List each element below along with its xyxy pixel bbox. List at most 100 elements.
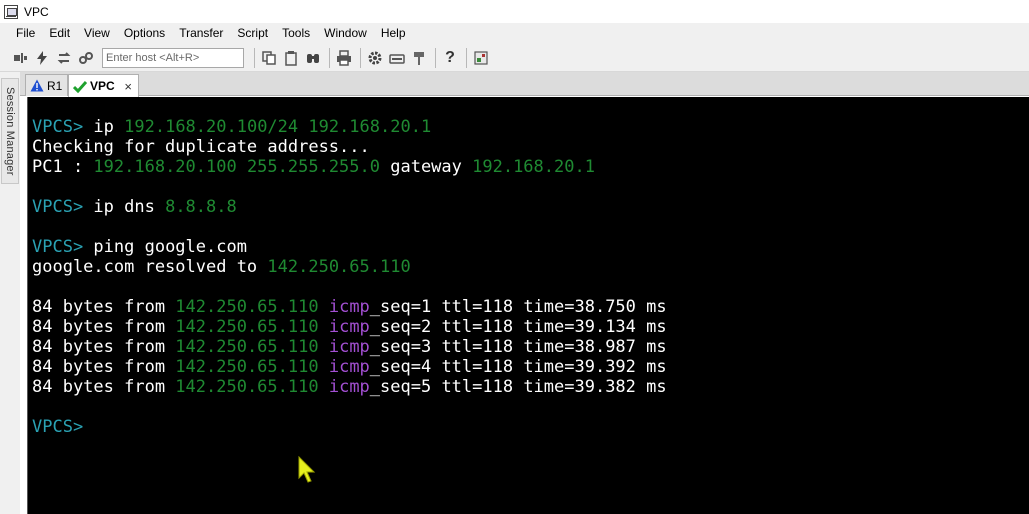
terminal-text: _seq=2 ttl=118 time=39.134 ms: [369, 317, 667, 337]
terminal-text: 142.250.65.110: [175, 377, 319, 397]
terminal-text: 84 bytes from: [32, 297, 176, 317]
toolbar-separator: [329, 47, 330, 68]
connect-icon[interactable]: [10, 48, 30, 68]
terminal-line: 84 bytes from 142.250.65.110 icmp_seq=4 …: [32, 357, 1029, 377]
menu-file[interactable]: File: [9, 23, 42, 44]
paste-icon[interactable]: [281, 48, 301, 68]
terminal-text: ip dns: [93, 197, 166, 217]
terminal-text: 142.250.65.110: [175, 317, 319, 337]
menu-transfer[interactable]: Transfer: [172, 23, 230, 44]
menu-bar: File Edit View Options Transfer Script T…: [0, 23, 1029, 44]
print-icon[interactable]: [334, 48, 354, 68]
terminal-text: icmp: [328, 377, 370, 397]
toolbar-separator: [254, 47, 255, 68]
title-bar: VPC: [0, 0, 1029, 23]
terminal-text: _seq=5 ttl=118 time=39.382 ms: [369, 377, 667, 397]
terminal-text: google.com resolved to: [32, 257, 268, 277]
terminal-text: icmp: [328, 337, 370, 357]
terminal-text: ip: [93, 117, 125, 137]
terminal-text: ping google.com: [93, 237, 247, 257]
toolbar-separator: [466, 47, 467, 68]
tab-strip: R1 VPC ×: [20, 72, 1029, 97]
terminal-line: 84 bytes from 142.250.65.110 icmp_seq=3 …: [32, 337, 1029, 357]
tab-r1[interactable]: R1: [25, 74, 68, 96]
menu-tools[interactable]: Tools: [275, 23, 317, 44]
tab-vpc[interactable]: VPC ×: [68, 74, 139, 97]
terminal-line: 84 bytes from 142.250.65.110 icmp_seq=1 …: [32, 297, 1029, 317]
terminal-text: _seq=3 ttl=118 time=38.987 ms: [369, 337, 667, 357]
toolbar: ?: [0, 44, 1029, 72]
help-icon[interactable]: ?: [440, 48, 460, 68]
terminal-line: VPCS>: [32, 417, 1029, 437]
host-input[interactable]: [102, 47, 244, 68]
toolbar-separator: [435, 47, 436, 68]
terminal-text: VPCS>: [32, 417, 84, 437]
terminal-text: icmp: [328, 357, 370, 377]
terminal-line: VPCS> ping google.com: [32, 237, 1029, 257]
terminal-text: VPCS>: [32, 237, 94, 257]
terminal-text: icmp: [328, 317, 370, 337]
session-manager-panel: Session Manager: [0, 72, 20, 514]
menu-window[interactable]: Window: [317, 23, 374, 44]
tab-label: R1: [47, 78, 63, 93]
menu-edit[interactable]: Edit: [42, 23, 77, 44]
terminal-text: PC1 :: [32, 157, 94, 177]
mouse-cursor-icon: [298, 456, 316, 483]
terminal-text: Checking for duplicate address...: [32, 137, 370, 157]
terminal-line: google.com resolved to 142.250.65.110: [32, 257, 1029, 277]
terminal-line: 84 bytes from 142.250.65.110 icmp_seq=2 …: [32, 317, 1029, 337]
script-icon[interactable]: [471, 48, 491, 68]
terminal-line: VPCS> ip 192.168.20.100/24 192.168.20.1: [32, 117, 1029, 137]
terminal-line: 84 bytes from 142.250.65.110 icmp_seq=5 …: [32, 377, 1029, 397]
terminal-text: VPCS>: [32, 197, 94, 217]
terminal-line: PC1 : 192.168.20.100 255.255.255.0 gatew…: [32, 157, 1029, 177]
menu-help[interactable]: Help: [374, 23, 413, 44]
terminal-text: 142.250.65.110: [175, 337, 319, 357]
terminal-text: _seq=1 ttl=118 time=38.750 ms: [369, 297, 667, 317]
terminal-text: 84 bytes from: [32, 317, 176, 337]
session-manager-label: Session Manager: [4, 86, 16, 176]
quick-connect-icon[interactable]: [32, 48, 52, 68]
terminal-text: 192.168.20.1: [472, 157, 595, 177]
terminal-text: 142.250.65.110: [175, 357, 319, 377]
terminal-text: VPCS>: [32, 117, 94, 137]
sftp-icon[interactable]: [409, 48, 429, 68]
session-manager-tab[interactable]: Session Manager: [1, 78, 19, 184]
terminal-text: icmp: [328, 297, 370, 317]
window-title: VPC: [24, 4, 49, 19]
terminal-text: _seq=4 ttl=118 time=39.392 ms: [369, 357, 667, 377]
terminal-line: VPCS> ip dns 8.8.8.8: [32, 197, 1029, 217]
terminal-text: 8.8.8.8: [165, 197, 237, 217]
copy-icon[interactable]: [259, 48, 279, 68]
terminal-text: 142.250.65.110: [175, 297, 319, 317]
terminal-text: 84 bytes from: [32, 357, 176, 377]
terminal-text: 84 bytes from: [32, 377, 176, 397]
app-icon: [4, 4, 18, 19]
close-icon[interactable]: ×: [124, 79, 132, 94]
menu-script[interactable]: Script: [230, 23, 275, 44]
terminal-text: 84 bytes from: [32, 337, 176, 357]
tab-label: VPC: [90, 79, 115, 93]
terminal-output[interactable]: VPCS> ip 192.168.20.100/24 192.168.20.1 C…: [27, 97, 1029, 514]
toolbar-separator: [360, 47, 361, 68]
terminal-text: 142.250.65.110: [267, 257, 411, 277]
check-icon: [73, 80, 87, 93]
menu-view[interactable]: View: [77, 23, 117, 44]
terminal-text: 192.168.20.100/24 192.168.20.1: [124, 117, 432, 137]
disconnect-icon[interactable]: [76, 48, 96, 68]
reconnect-icon[interactable]: [54, 48, 74, 68]
settings-gear-icon[interactable]: [365, 48, 385, 68]
find-icon[interactable]: [303, 48, 323, 68]
keymap-icon[interactable]: [387, 48, 407, 68]
menu-options[interactable]: Options: [117, 23, 172, 44]
terminal-text: 192.168.20.100 255.255.255.0: [93, 157, 380, 177]
